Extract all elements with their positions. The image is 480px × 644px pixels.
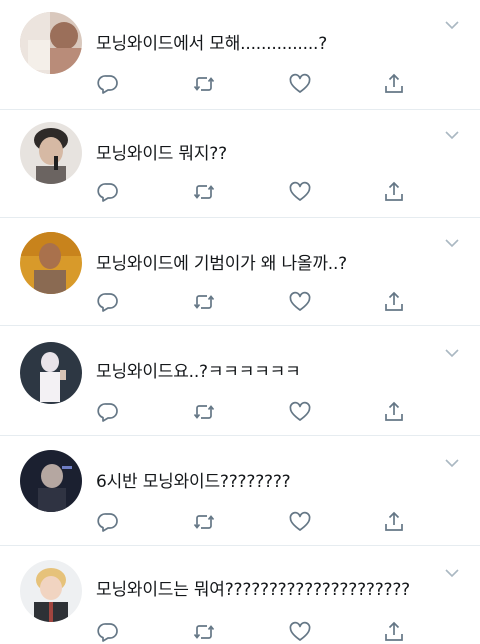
tweet-actions <box>96 72 426 96</box>
header-placeholder <box>96 222 426 230</box>
tweet[interactable]: 모닝와이드에 기범이가 왜 나올까..? <box>0 216 480 326</box>
heart-icon[interactable] <box>288 180 312 204</box>
tweet-actions <box>96 400 426 424</box>
tweet-text: 모닝와이드에서 모해...............? <box>96 34 328 54</box>
reply-icon[interactable] <box>96 180 120 204</box>
heart-icon[interactable] <box>288 510 312 534</box>
tweet-text: 6시반 모닝와이드???????? <box>96 472 291 492</box>
retweet-icon[interactable] <box>192 180 216 204</box>
chevron-down-icon[interactable] <box>444 126 460 140</box>
retweet-icon[interactable] <box>192 400 216 424</box>
share-icon[interactable] <box>382 620 406 644</box>
heart-icon[interactable] <box>288 72 312 96</box>
header-placeholder <box>96 332 426 340</box>
tweet[interactable]: 모닝와이드 뭐지?? <box>0 108 480 218</box>
tweet-actions <box>96 510 426 534</box>
tweet-actions <box>96 290 426 314</box>
tweet-actions <box>96 620 426 644</box>
avatar[interactable] <box>20 232 82 294</box>
header-placeholder <box>96 552 426 560</box>
share-icon[interactable] <box>382 510 406 534</box>
tweet-text: 모닝와이드는 뭐여????????????????????? <box>96 580 411 600</box>
header-placeholder <box>96 114 426 122</box>
retweet-icon[interactable] <box>192 72 216 96</box>
avatar[interactable] <box>20 450 82 512</box>
tweet-text: 모닝와이드요..?ㅋㅋㅋㅋㅋㅋ <box>96 362 301 382</box>
reply-icon[interactable] <box>96 510 120 534</box>
heart-icon[interactable] <box>288 400 312 424</box>
share-icon[interactable] <box>382 180 406 204</box>
heart-icon[interactable] <box>288 290 312 314</box>
reply-icon[interactable] <box>96 400 120 424</box>
tweet[interactable]: 모닝와이드는 뭐여????????????????????? <box>0 546 480 644</box>
avatar[interactable] <box>20 560 82 622</box>
share-icon[interactable] <box>382 72 406 96</box>
heart-icon[interactable] <box>288 620 312 644</box>
avatar[interactable] <box>20 342 82 404</box>
tweet-feed: 모닝와이드에서 모해...............? 모닝와이드 뭐지?? 모닝… <box>0 0 480 644</box>
chevron-down-icon[interactable] <box>444 344 460 358</box>
retweet-icon[interactable] <box>192 620 216 644</box>
reply-icon[interactable] <box>96 72 120 96</box>
tweet-text: 모닝와이드 뭐지?? <box>96 144 227 164</box>
chevron-down-icon[interactable] <box>444 234 460 248</box>
tweet[interactable]: 모닝와이드에서 모해...............? <box>0 0 480 110</box>
avatar[interactable] <box>20 12 82 74</box>
share-icon[interactable] <box>382 290 406 314</box>
retweet-icon[interactable] <box>192 290 216 314</box>
tweet[interactable]: 6시반 모닝와이드???????? <box>0 436 480 546</box>
avatar[interactable] <box>20 122 82 184</box>
retweet-icon[interactable] <box>192 510 216 534</box>
header-placeholder <box>96 442 426 450</box>
chevron-down-icon[interactable] <box>444 454 460 468</box>
reply-icon[interactable] <box>96 620 120 644</box>
chevron-down-icon[interactable] <box>444 564 460 578</box>
share-icon[interactable] <box>382 400 406 424</box>
reply-icon[interactable] <box>96 290 120 314</box>
chevron-down-icon[interactable] <box>444 16 460 30</box>
tweet-text: 모닝와이드에 기범이가 왜 나올까..? <box>96 254 348 274</box>
tweet-actions <box>96 180 426 204</box>
tweet[interactable]: 모닝와이드요..?ㅋㅋㅋㅋㅋㅋ <box>0 326 480 436</box>
